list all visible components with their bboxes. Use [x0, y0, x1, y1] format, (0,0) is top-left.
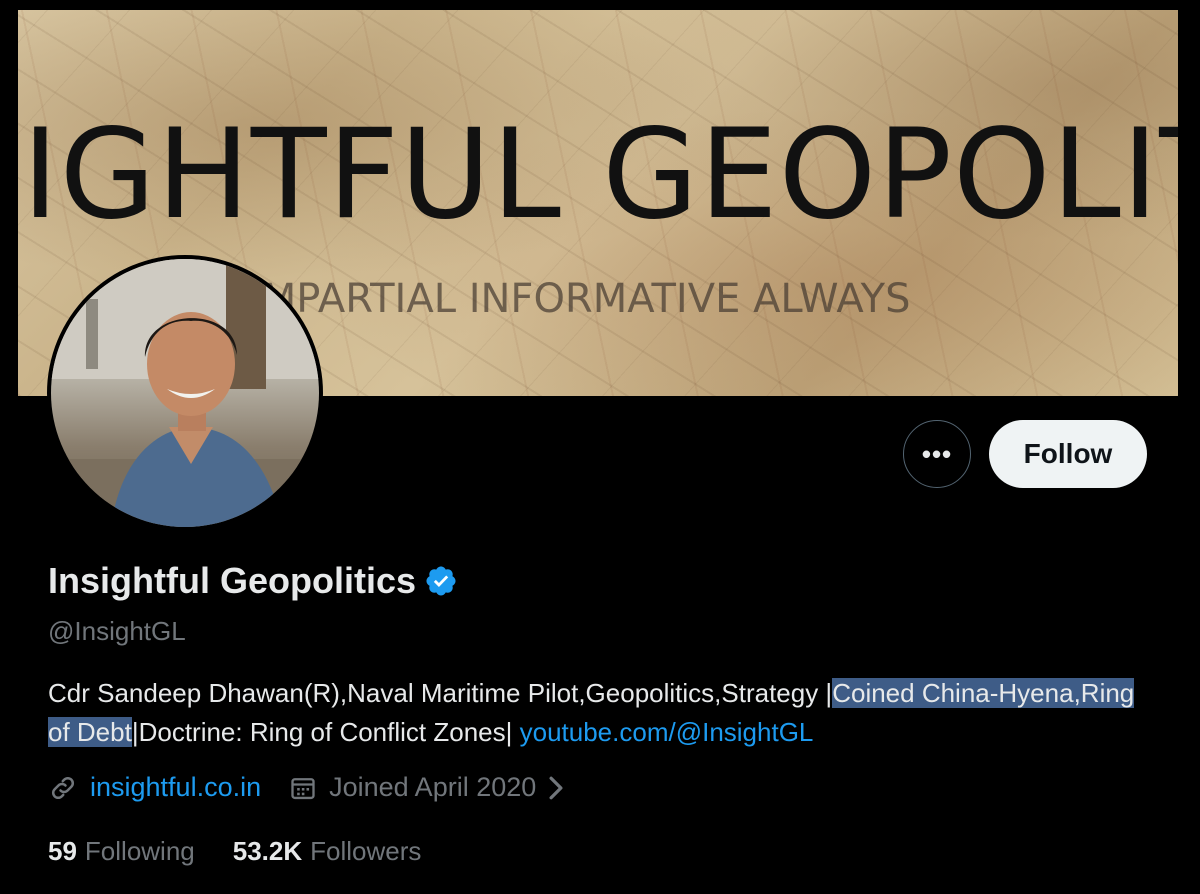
more-icon: ••• — [921, 438, 953, 469]
banner-title: IGHTFUL GEOPOLITI — [22, 103, 1178, 247]
bio: Cdr Sandeep Dhawan(R),Naval Maritime Pil… — [48, 674, 1158, 752]
profile-meta: insightful.co.in Joined April 2020 — [48, 772, 566, 803]
chevron-right-icon[interactable] — [546, 775, 566, 801]
link-icon — [51, 776, 75, 799]
bio-text-1: Cdr Sandeep Dhawan(R),Naval Maritime Pil… — [48, 678, 833, 708]
name-row: Insightful Geopolitics — [48, 560, 458, 602]
avatar-photo — [51, 259, 319, 527]
banner-tagline: IMPARTIAL INFORMATIVE ALWAYS — [250, 276, 911, 322]
follow-stats: 59 Following 53.2K Followers — [48, 836, 421, 867]
follow-button[interactable]: Follow — [989, 420, 1147, 488]
calendar-icon — [291, 777, 315, 799]
joined-date: Joined April 2020 — [329, 772, 537, 802]
more-options-button[interactable]: ••• — [903, 420, 971, 488]
followers-stat[interactable]: 53.2K Followers — [233, 836, 422, 867]
bio-text-2: |Doctrine: Ring of Conflict Zones| — [131, 717, 520, 747]
following-label: Following — [84, 836, 195, 866]
followers-label: Followers — [310, 836, 422, 866]
following-count: 59 — [48, 836, 77, 866]
followers-count: 53.2K — [232, 836, 303, 866]
website-link[interactable]: insightful.co.in — [90, 772, 261, 803]
following-stat[interactable]: 59 Following — [48, 836, 195, 867]
avatar[interactable] — [47, 255, 323, 531]
avatar-person-illustration — [51, 259, 319, 527]
display-name: Insightful Geopolitics — [48, 560, 416, 601]
handle: @InsightGL — [48, 616, 186, 646]
verified-badge-icon[interactable] — [424, 564, 458, 598]
bio-youtube-link[interactable]: youtube.com/@InsightGL — [520, 717, 814, 747]
